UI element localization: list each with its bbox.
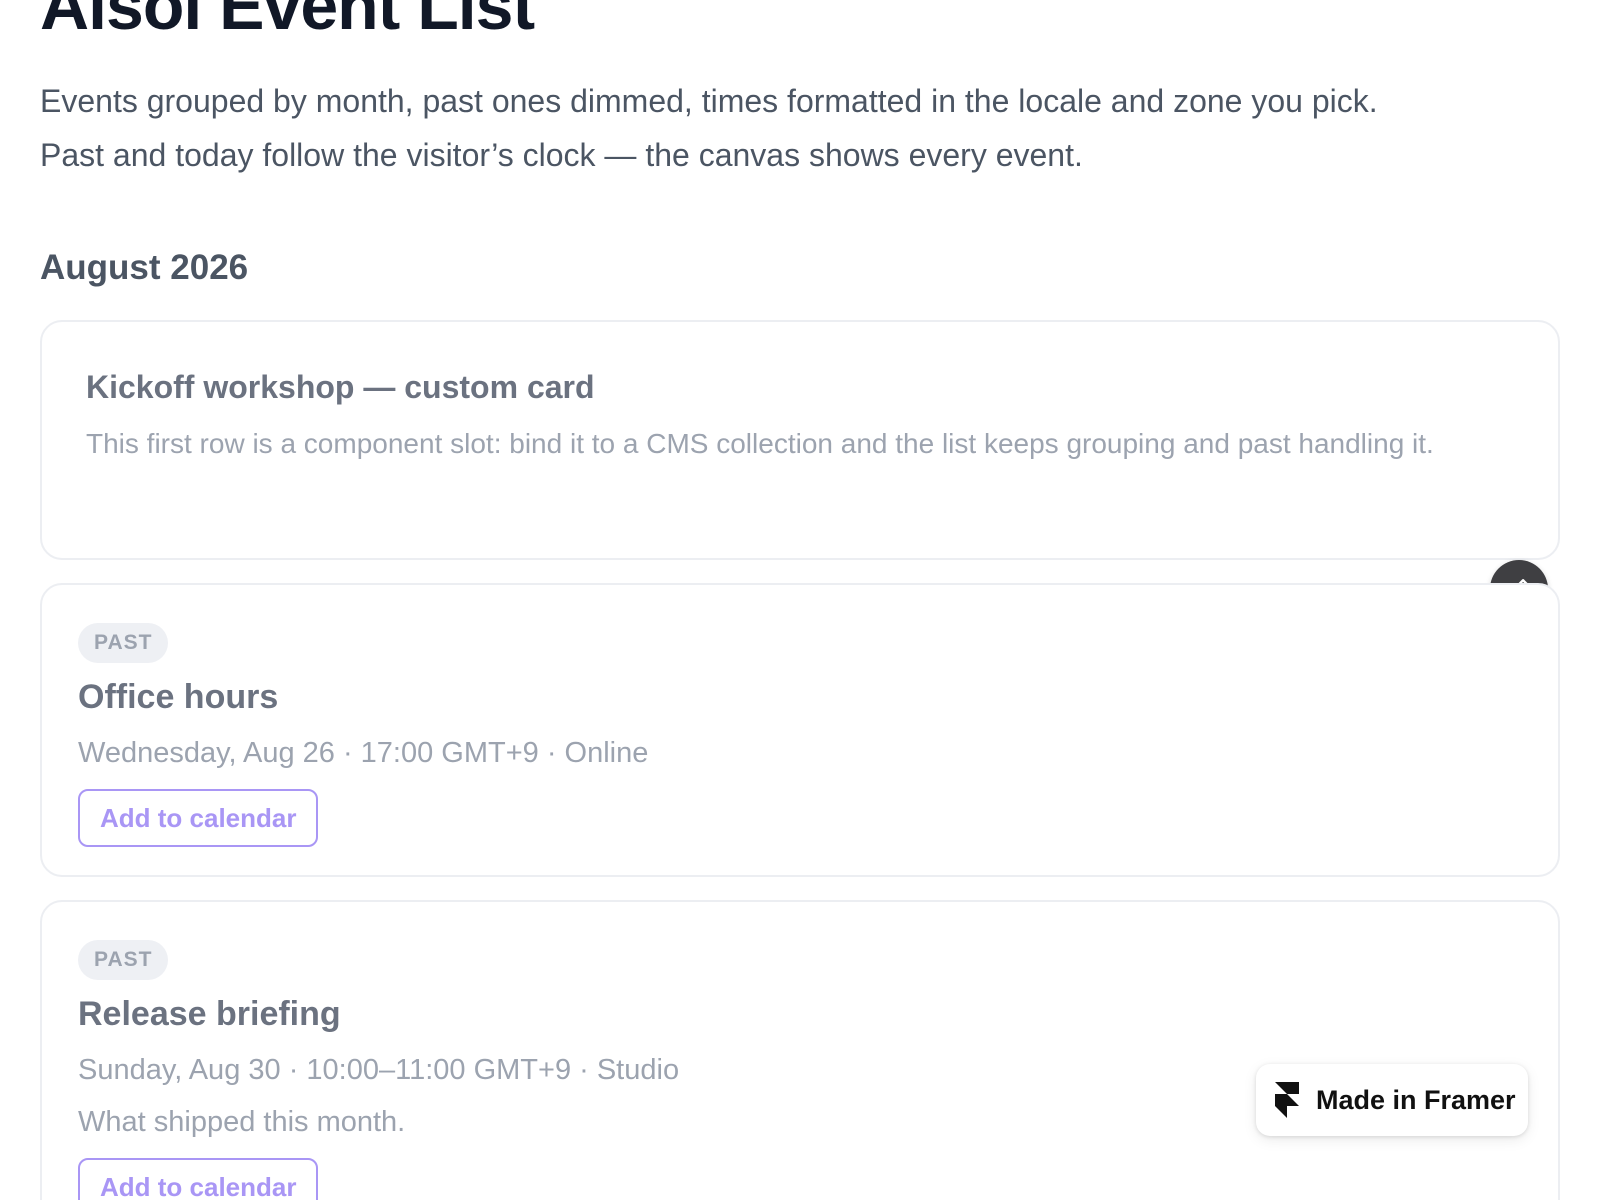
month-heading: August 2026 bbox=[40, 248, 249, 287]
made-in-framer-label: Made in Framer bbox=[1316, 1084, 1516, 1115]
add-to-calendar-button[interactable]: Add to calendar bbox=[78, 1158, 319, 1200]
past-badge: PAST bbox=[78, 940, 169, 980]
event-title: Office hours bbox=[78, 678, 279, 716]
event-card: PAST Office hours Wednesday, Aug 26 · 17… bbox=[40, 583, 1560, 877]
intro-line: Past and today follow the visitor’s cloc… bbox=[40, 137, 1083, 173]
past-badge: PAST bbox=[78, 623, 169, 663]
event-meta: Wednesday, Aug 26 · 17:00 GMT+9 · Online bbox=[78, 737, 649, 769]
made-in-framer-badge[interactable]: Made in Framer bbox=[1256, 1064, 1528, 1136]
custom-card-title: Kickoff workshop — custom card bbox=[86, 369, 595, 405]
intro-line: Events grouped by month, past ones dimme… bbox=[40, 83, 1378, 119]
page: Aisoi Event List Events grouped by month… bbox=[0, 0, 1600, 1200]
event-card: PAST Release briefing Sunday, Aug 30 · 1… bbox=[40, 900, 1560, 1200]
page-title: Aisoi Event List bbox=[40, 0, 535, 44]
custom-event-card[interactable]: Kickoff workshop — custom card This firs… bbox=[40, 320, 1560, 560]
page-intro: Events grouped by month, past ones dimme… bbox=[40, 74, 1580, 182]
framer-logo-icon bbox=[1275, 1082, 1299, 1118]
add-to-calendar-button[interactable]: Add to calendar bbox=[78, 789, 319, 847]
event-title: Release briefing bbox=[78, 995, 341, 1033]
custom-card-description: This first row is a component slot: bind… bbox=[86, 428, 1434, 459]
